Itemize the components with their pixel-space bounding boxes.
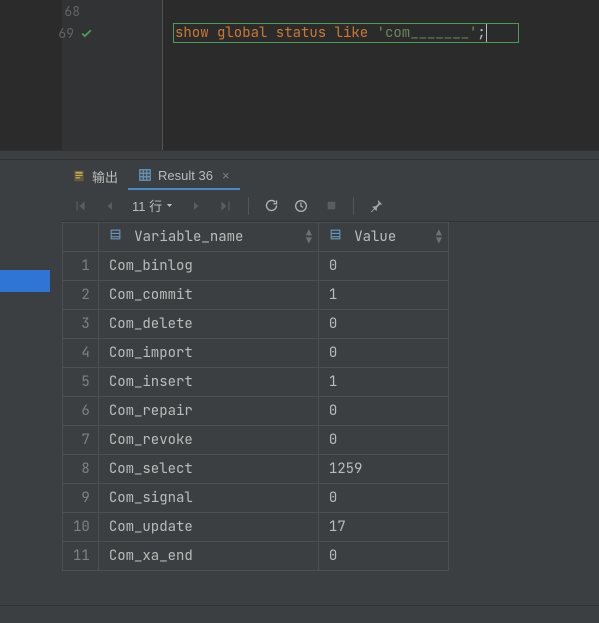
table-row[interactable]: 7Com_revoke0 — [63, 426, 449, 455]
cell-variable[interactable]: Com_signal — [98, 484, 318, 513]
cell-variable[interactable]: Com_update — [98, 513, 318, 542]
row-number[interactable]: 1 — [63, 252, 99, 281]
result-toolbar: 11 行 — [62, 190, 599, 222]
rownum-header[interactable] — [63, 223, 99, 252]
status-bar — [0, 605, 599, 623]
toolbar-separator — [353, 197, 354, 215]
table-row[interactable]: 5Com_insert1 — [63, 368, 449, 397]
row-number[interactable]: 11 — [63, 542, 99, 571]
row-number[interactable]: 7 — [63, 426, 99, 455]
results-panel: 输出 Result 36 × 11 行 — [0, 160, 599, 605]
line-number: 68 — [62, 3, 80, 20]
table-row[interactable]: 10Com_update17 — [63, 513, 449, 542]
prev-page-button — [98, 194, 122, 218]
table-row[interactable]: 3Com_delete0 — [63, 310, 449, 339]
cell-variable[interactable]: Com_repair — [98, 397, 318, 426]
table-row[interactable]: 6Com_repair0 — [63, 397, 449, 426]
rows-count-label: 11 行 — [132, 196, 162, 215]
tab-result[interactable]: Result 36 × — [128, 162, 240, 190]
gutter-row[interactable]: 69 — [62, 22, 99, 44]
editor-gutter: 68 69 — [62, 0, 100, 150]
editor-pane: 68 69 show global status like 'com______… — [0, 0, 599, 150]
cell-value[interactable]: 0 — [318, 252, 448, 281]
grid-icon — [138, 168, 152, 182]
cell-variable[interactable]: Com_revoke — [98, 426, 318, 455]
editor-left-margin — [0, 0, 62, 150]
cell-value[interactable]: 0 — [318, 426, 448, 455]
row-number[interactable]: 5 — [63, 368, 99, 397]
last-page-button — [214, 194, 238, 218]
tab-output[interactable]: 输出 — [62, 162, 128, 190]
cell-variable[interactable]: Com_binlog — [98, 252, 318, 281]
row-selection-indicator — [0, 270, 50, 292]
cell-value[interactable]: 0 — [318, 310, 448, 339]
cell-value[interactable]: 0 — [318, 484, 448, 513]
rows-count-dropdown[interactable]: 11 行 — [128, 196, 178, 215]
cell-value[interactable]: 17 — [318, 513, 448, 542]
gutter-row[interactable]: 68 — [62, 0, 99, 22]
first-page-button — [68, 194, 92, 218]
refresh-button[interactable] — [259, 194, 283, 218]
pin-button[interactable] — [364, 194, 388, 218]
cell-value[interactable]: 0 — [318, 397, 448, 426]
cell-value[interactable]: 1 — [318, 281, 448, 310]
table-row[interactable]: 1Com_binlog0 — [63, 252, 449, 281]
table-row[interactable]: 11Com_xa_end0 — [63, 542, 449, 571]
result-grid[interactable]: Variable_name ▲▼ Value ▲▼ 1Com_binlog — [62, 222, 449, 571]
result-tabs: 输出 Result 36 × — [62, 160, 599, 190]
row-number[interactable]: 6 — [63, 397, 99, 426]
row-number[interactable]: 9 — [63, 484, 99, 513]
sort-icon[interactable]: ▲▼ — [306, 229, 312, 245]
cell-variable[interactable]: Com_insert — [98, 368, 318, 397]
row-number[interactable]: 10 — [63, 513, 99, 542]
row-number[interactable]: 8 — [63, 455, 99, 484]
cell-value[interactable]: 0 — [318, 339, 448, 368]
column-label: Variable_name — [134, 228, 243, 246]
close-icon[interactable]: × — [222, 168, 230, 183]
editor-marks-column — [100, 0, 162, 150]
cell-variable[interactable]: Com_import — [98, 339, 318, 368]
column-icon — [109, 228, 130, 246]
sql-tail: ; — [477, 24, 485, 42]
code-area[interactable]: show global status like 'com_______'; — [162, 0, 599, 150]
cell-value[interactable]: 1259 — [318, 455, 448, 484]
sort-icon[interactable]: ▲▼ — [436, 229, 442, 245]
pane-divider[interactable] — [0, 150, 599, 160]
cell-value[interactable]: 1 — [318, 368, 448, 397]
column-icon — [329, 228, 350, 246]
text-cursor — [486, 24, 487, 42]
sql-keyword: show global status like — [175, 24, 377, 42]
cell-variable[interactable]: Com_xa_end — [98, 542, 318, 571]
cell-variable[interactable]: Com_select — [98, 455, 318, 484]
table-row[interactable]: 8Com_select1259 — [63, 455, 449, 484]
column-label: Value — [354, 228, 396, 246]
column-header-value[interactable]: Value ▲▼ — [318, 223, 448, 252]
check-icon — [80, 27, 93, 40]
panel-left-gutter — [0, 160, 62, 605]
stop-button — [319, 194, 343, 218]
row-number[interactable]: 2 — [63, 281, 99, 310]
tab-label: Result 36 — [158, 168, 213, 183]
result-grid-wrap[interactable]: Variable_name ▲▼ Value ▲▼ 1Com_binlog — [62, 222, 599, 605]
cell-variable[interactable]: Com_delete — [98, 310, 318, 339]
cell-value[interactable]: 0 — [318, 542, 448, 571]
table-row[interactable]: 2Com_commit1 — [63, 281, 449, 310]
row-number[interactable]: 4 — [63, 339, 99, 368]
code-line[interactable]: show global status like 'com_______'; — [175, 22, 599, 44]
toolbar-separator — [248, 197, 249, 215]
refresh-auto-button[interactable] — [289, 194, 313, 218]
sql-string: 'com_______' — [377, 24, 478, 42]
line-number: 69 — [56, 25, 74, 42]
next-page-button — [184, 194, 208, 218]
tab-label: 输出 — [92, 167, 118, 186]
chevron-down-icon — [165, 201, 174, 210]
column-header-variable[interactable]: Variable_name ▲▼ — [98, 223, 318, 252]
output-icon — [72, 169, 86, 183]
row-number[interactable]: 3 — [63, 310, 99, 339]
cell-variable[interactable]: Com_commit — [98, 281, 318, 310]
table-row[interactable]: 4Com_import0 — [63, 339, 449, 368]
table-row[interactable]: 9Com_signal0 — [63, 484, 449, 513]
